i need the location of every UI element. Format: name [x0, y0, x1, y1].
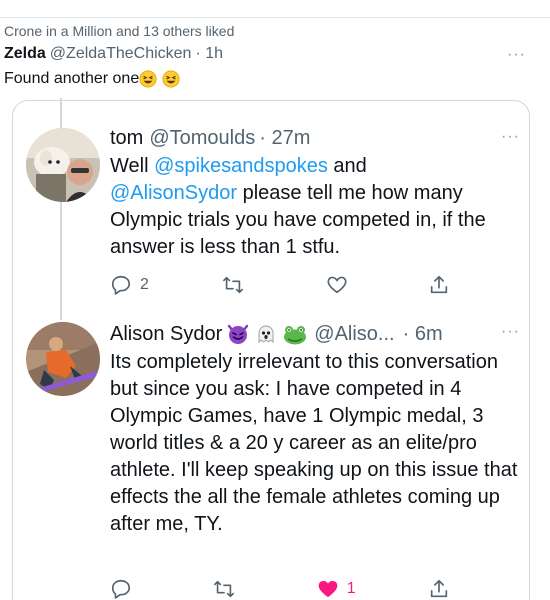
grinning-squinting-emoji — [139, 70, 157, 88]
reply-time[interactable]: · 6m — [403, 321, 443, 347]
reply-button[interactable] — [110, 578, 140, 600]
tweet-text: Found another one — [4, 70, 140, 88]
reply-text-mid: and — [327, 155, 367, 177]
share-icon — [430, 579, 448, 598]
ghost-emoji — [258, 325, 274, 344]
reply-actions: 2 — [110, 272, 450, 298]
top-divider — [0, 17, 550, 18]
reply-tom: tom @Tomoulds · 27m Well @spikesandspoke… — [110, 125, 520, 261]
tweet-time[interactable]: · 1h — [195, 45, 223, 63]
reply-text-prefix: Well — [110, 155, 155, 177]
share-icon — [430, 275, 448, 294]
liked-context[interactable]: Crone in a Million and 13 others liked — [4, 23, 234, 39]
avatar-alison-image — [26, 322, 100, 396]
reply-icon — [111, 579, 131, 599]
like-icon — [318, 580, 338, 598]
reply-text: Its completely irrelevant to this conver… — [110, 351, 518, 535]
tweet-more-icon[interactable]: ··· — [507, 46, 526, 64]
reply-icon — [111, 275, 131, 295]
like-icon — [327, 276, 347, 294]
tweet-author-handle[interactable]: @ZeldaTheChicken — [50, 45, 192, 63]
mention-link[interactable]: @spikesandspokes — [154, 155, 328, 177]
reply-author-name[interactable]: Alison Sydor — [110, 321, 222, 347]
reply-button[interactable]: 2 — [110, 274, 149, 296]
share-button[interactable] — [428, 578, 450, 600]
frog-emoji — [284, 326, 307, 345]
reply-text: Well @spikesandspokes and @AlisonSydor p… — [110, 153, 520, 261]
like-button[interactable]: 1 — [317, 578, 356, 600]
reply-actions: 1 — [110, 576, 450, 600]
tweet-text-row: Found another one — [4, 70, 180, 88]
avatar[interactable] — [26, 322, 100, 396]
retweet-icon — [214, 580, 235, 598]
reply-alison: Alison Sydor @Aliso... · 6m Its complete… — [110, 321, 520, 538]
devil-emoji — [228, 324, 249, 344]
reply-header: Alison Sydor @Aliso... · 6m — [110, 321, 520, 347]
mention-link[interactable]: @AlisonSydor — [110, 182, 237, 204]
reply-header: tom @Tomoulds · 27m — [110, 125, 520, 151]
reply-time[interactable]: · 27m — [259, 125, 310, 151]
reply-author-handle[interactable]: @Tomoulds — [149, 125, 255, 151]
like-count: 1 — [346, 580, 356, 597]
avatar-tom-image — [26, 128, 100, 202]
reply-author-handle[interactable]: @Aliso... — [314, 321, 394, 347]
retweet-button[interactable] — [221, 274, 253, 296]
grinning-squinting-emoji — [162, 70, 180, 88]
reply-author-name[interactable]: tom — [110, 125, 143, 151]
retweet-icon — [223, 276, 244, 294]
like-button[interactable] — [326, 274, 356, 296]
tweet-header: Zelda @ZeldaTheChicken · 1h — [4, 45, 550, 67]
share-button[interactable] — [428, 274, 450, 296]
tweet-author-name[interactable]: Zelda — [4, 45, 46, 63]
retweet-button[interactable] — [212, 578, 244, 600]
avatar[interactable] — [26, 128, 100, 202]
reply-count: 2 — [140, 276, 149, 293]
